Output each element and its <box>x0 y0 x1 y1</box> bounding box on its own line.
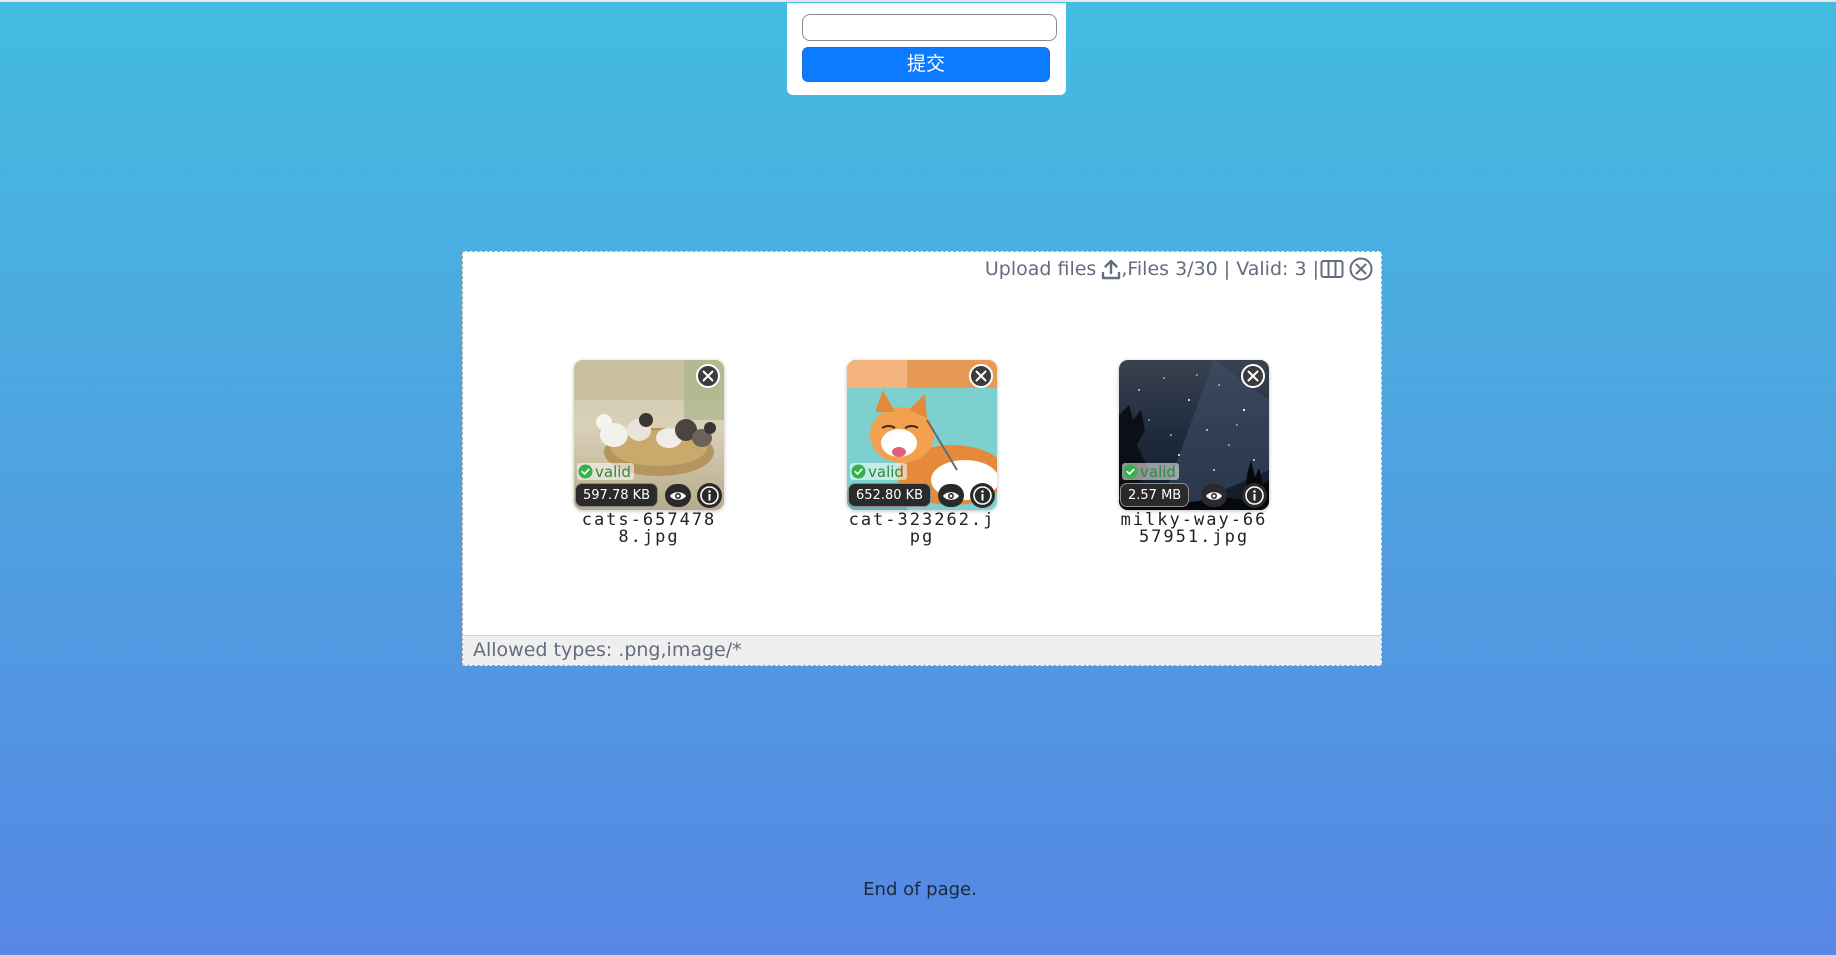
file-size-badge: 597.78 KB <box>575 483 659 507</box>
file-name: milky-way-6657951.jpg <box>1120 510 1268 547</box>
file-size-badge: 652.80 KB <box>848 483 932 507</box>
remove-file-icon[interactable] <box>1239 362 1267 390</box>
upload-files-link[interactable]: Upload files <box>985 258 1096 280</box>
file-card: valid 652.80 KB cat-323262.jpg <box>847 360 997 546</box>
valid-badge: valid <box>577 462 634 481</box>
eye-icon[interactable] <box>1201 484 1227 507</box>
valid-label: valid <box>595 462 631 481</box>
file-thumbnail: valid 652.80 KB <box>847 360 997 510</box>
valid-badge: valid <box>1122 462 1179 481</box>
upload-status-text: ,Files 3/30 | Valid: 3 | <box>1121 258 1319 280</box>
info-icon[interactable] <box>697 483 722 508</box>
remove-file-icon[interactable] <box>694 362 722 390</box>
eye-icon[interactable] <box>938 484 964 507</box>
remove-file-icon[interactable] <box>967 362 995 390</box>
info-icon[interactable] <box>1242 483 1267 508</box>
valid-badge: valid <box>850 462 907 481</box>
valid-check-icon <box>1123 464 1138 479</box>
top-border <box>0 0 1836 2</box>
valid-label: valid <box>1140 462 1176 481</box>
clear-all-icon[interactable] <box>1349 257 1373 281</box>
uploader-header: Upload files ,Files 3/30 | Valid: 3 | <box>985 254 1373 284</box>
valid-check-icon <box>851 464 866 479</box>
valid-check-icon <box>578 464 593 479</box>
valid-label: valid <box>868 462 904 481</box>
submit-button[interactable]: 提交 <box>802 47 1050 82</box>
file-thumbnail: valid 2.57 MB <box>1119 360 1269 510</box>
upload-icon[interactable] <box>1101 258 1121 280</box>
file-thumbnail: valid 597.78 KB <box>574 360 724 510</box>
allowed-types-footer: Allowed types: .png,image/* <box>463 635 1381 665</box>
file-uploader[interactable]: Upload files ,Files 3/30 | Valid: 3 | va… <box>462 251 1382 666</box>
info-icon[interactable] <box>970 483 995 508</box>
submit-form: 提交 <box>787 3 1066 95</box>
file-size-badge: 2.57 MB <box>1120 483 1190 507</box>
text-input[interactable] <box>802 14 1057 41</box>
eye-icon[interactable] <box>665 484 691 507</box>
end-of-page-text: End of page. <box>863 879 977 900</box>
file-card: valid 2.57 MB milky-way-6657951.jpg <box>1119 360 1269 546</box>
file-name: cat-323262.jpg <box>848 510 996 547</box>
columns-icon[interactable] <box>1320 259 1344 279</box>
file-name: cats-6574788.jpg <box>581 510 717 547</box>
file-card: valid 597.78 KB cats-6574788.jpg <box>574 360 724 546</box>
